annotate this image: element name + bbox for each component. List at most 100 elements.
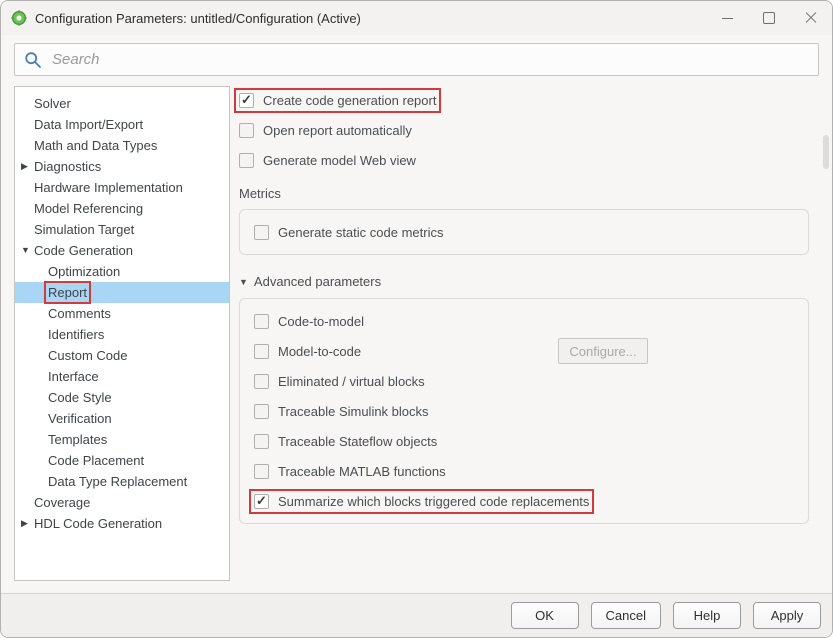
checkbox-row: Traceable MATLAB functions [254,462,796,480]
checkbox-row: Code-to-model [254,312,796,330]
checkbox-group: Summarize which blocks triggered code re… [254,494,589,509]
footer-button[interactable]: Help [673,602,741,629]
sidebar-item[interactable]: Model Referencing [15,198,229,219]
checkbox-label: Traceable Stateflow objects [278,434,437,449]
top-checkbox-list: Create code generation report Open repor… [239,91,819,169]
checkbox-label: Code-to-model [278,314,364,329]
sidebar-item[interactable]: Custom Code [15,345,229,366]
checkbox[interactable] [254,404,269,419]
checkbox[interactable] [254,464,269,479]
checkbox-row: Eliminated / virtual blocks [254,372,796,390]
configure-button[interactable]: Configure... [558,338,648,364]
sidebar-item-label: Optimization [48,264,120,279]
collapse-arrow-icon: ▼ [239,277,248,287]
sidebar-item-label: Data Import/Export [34,117,143,132]
sidebar-item-label: Interface [48,369,99,384]
sidebar-item-label: Identifiers [48,327,104,342]
sidebar-item[interactable]: Coverage [15,492,229,513]
maximize-icon [763,12,775,24]
search-row [1,35,832,86]
minimize-button[interactable] [706,1,748,35]
dialog-footer: OK Cancel Help Apply [1,593,832,637]
checkbox-group: Eliminated / virtual blocks [254,374,425,389]
advanced-parameters-label: Advanced parameters [254,274,381,289]
vertical-scrollbar[interactable] [822,87,830,592]
sidebar-item-label: Code Placement [48,453,144,468]
sidebar-item[interactable]: ▼ Code Generation [15,240,229,261]
close-button[interactable] [790,1,832,35]
maximize-button[interactable] [748,1,790,35]
sidebar-item-label: Solver [34,96,71,111]
sidebar-item-label: Math and Data Types [34,138,157,153]
checkbox-label: Eliminated / virtual blocks [278,374,425,389]
sidebar-tree: Solver Data Import/Export Math and Data … [14,86,230,581]
checkbox-row: Summarize which blocks triggered code re… [254,492,796,510]
sidebar-item-label: Coverage [34,495,90,510]
search-box[interactable] [14,43,819,76]
checkbox[interactable] [254,494,269,509]
checkbox-label: Generate static code metrics [278,225,443,240]
checkbox[interactable] [254,225,269,240]
sidebar-item[interactable]: Verification [15,408,229,429]
checkbox-label: Create code generation report [263,93,436,108]
close-icon [805,12,817,24]
sidebar-item-label: Code Style [48,390,112,405]
sidebar-item-label: Simulation Target [34,222,134,237]
tree-arrow-icon[interactable]: ▶ [21,519,34,528]
tree-arrow-icon[interactable]: ▼ [21,246,34,255]
sidebar-item[interactable]: Simulation Target [15,219,229,240]
tree-arrow-icon[interactable]: ▶ [21,162,34,171]
checkbox-label: Generate model Web view [263,153,416,168]
sidebar-item-label: Model Referencing [34,201,143,216]
metrics-section-label: Metrics [239,186,819,201]
sidebar-item[interactable]: Report [15,282,229,303]
sidebar-item[interactable]: Solver [15,93,229,114]
checkbox-group: Traceable Stateflow objects [254,434,437,449]
checkbox-row: Generate model Web view [239,151,819,169]
scrollbar-thumb[interactable] [823,135,829,169]
checkbox-group: Generate static code metrics [254,225,443,240]
sidebar-item[interactable]: Optimization [15,261,229,282]
checkbox[interactable] [254,314,269,329]
search-input[interactable] [50,50,809,69]
advanced-parameters-header[interactable]: ▼ Advanced parameters [239,274,819,289]
checkbox-label: Traceable MATLAB functions [278,464,446,479]
checkbox[interactable] [239,123,254,138]
sidebar-item[interactable]: Code Placement [15,450,229,471]
sidebar-item[interactable]: Identifiers [15,324,229,345]
sidebar-item-label: Code Generation [34,243,133,258]
minimize-icon [722,18,733,19]
checkbox-row: Create code generation report [239,91,819,109]
sidebar-item[interactable]: Hardware Implementation [15,177,229,198]
sidebar-item-label: Report [48,285,87,300]
sidebar-item-label: Verification [48,411,112,426]
sidebar-item[interactable]: ▶ HDL Code Generation [15,513,229,534]
footer-button[interactable]: Apply [753,602,821,629]
configuration-parameters-dialog: Configuration Parameters: untitled/Confi… [0,0,833,638]
checkbox-group: Code-to-model [254,314,364,329]
sidebar-item[interactable]: Code Style [15,387,229,408]
sidebar-item[interactable]: Data Import/Export [15,114,229,135]
sidebar-item[interactable]: Interface [15,366,229,387]
sidebar-item[interactable]: Templates [15,429,229,450]
checkbox-label: Traceable Simulink blocks [278,404,429,419]
checkbox-label: Open report automatically [263,123,412,138]
footer-button[interactable]: Cancel [591,602,661,629]
checkbox-row: Traceable Simulink blocks [254,402,796,420]
sidebar-item[interactable]: Comments [15,303,229,324]
checkbox-group: Generate model Web view [239,153,416,168]
sidebar-item[interactable]: Data Type Replacement [15,471,229,492]
sidebar-item[interactable]: ▶ Diagnostics [15,156,229,177]
search-icon [24,51,42,69]
checkbox[interactable] [239,153,254,168]
footer-button[interactable]: OK [511,602,579,629]
checkbox[interactable] [254,344,269,359]
report-settings-panel: Create code generation report Open repor… [230,86,819,595]
checkbox[interactable] [239,93,254,108]
checkbox-row: Model-to-code Configure... [254,342,796,360]
sidebar-item[interactable]: Math and Data Types [15,135,229,156]
sidebar-item-label: Hardware Implementation [34,180,183,195]
checkbox[interactable] [254,434,269,449]
content-area: Solver Data Import/Export Math and Data … [1,86,832,595]
checkbox[interactable] [254,374,269,389]
